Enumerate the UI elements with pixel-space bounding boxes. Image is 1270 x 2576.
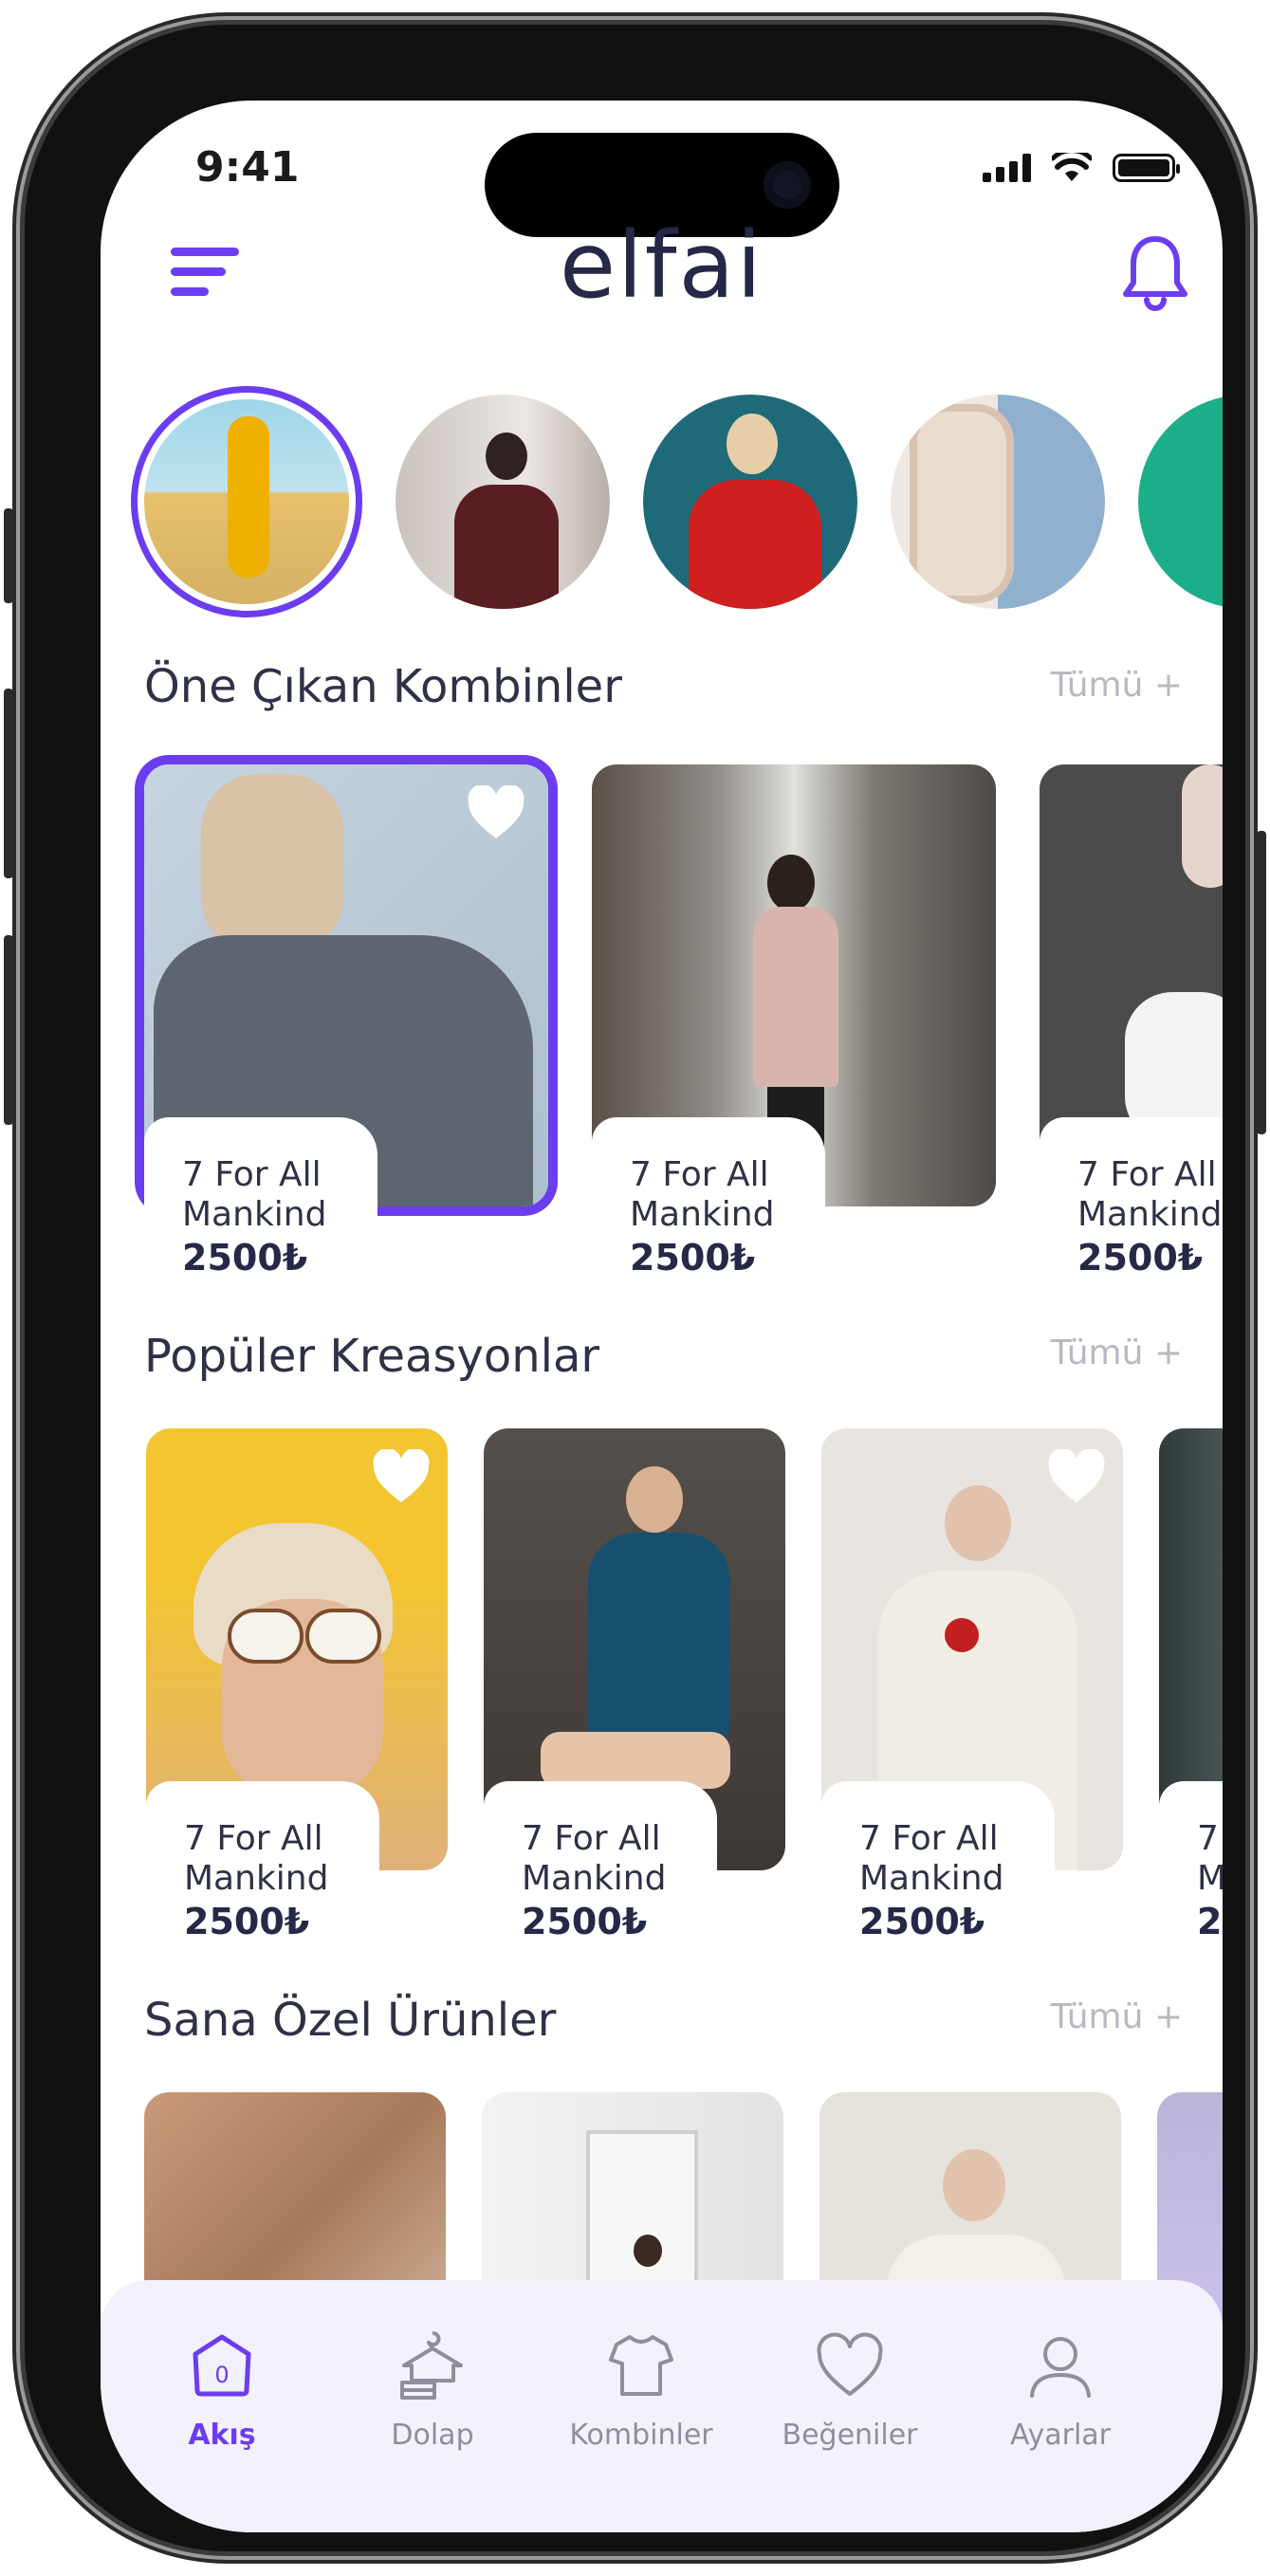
phone-frame: 9:41 elfai Öne Çıkan Kombinler Tümü + 7 … bbox=[4, 25, 1266, 2551]
status-time: 9:41 bbox=[195, 143, 300, 192]
popular-section-title: Popüler Kreasyonlar bbox=[144, 1330, 600, 1383]
tab-badge: 0 bbox=[214, 2362, 229, 2388]
silent-switch bbox=[4, 508, 13, 603]
product-name: 7 For All Mankind bbox=[1077, 1155, 1223, 1234]
heart-icon bbox=[817, 2332, 883, 2396]
featured-see-all-link[interactable]: Tümü + bbox=[1051, 666, 1183, 705]
bell-icon[interactable] bbox=[1120, 233, 1190, 313]
product-price: 2500₺ bbox=[1077, 1237, 1204, 1279]
battery-icon bbox=[1113, 154, 1180, 182]
app-logo: elfai bbox=[559, 212, 764, 319]
tab-label: Ayarlar bbox=[1009, 2419, 1111, 2452]
bottom-tab-bar: 0 Akış Dolap Kombinler Beğeniler Ayarlar bbox=[101, 2280, 1223, 2532]
product-name: 7 For All Mankind bbox=[859, 1819, 1004, 1898]
story-avatar[interactable] bbox=[643, 395, 857, 609]
story-avatar[interactable] bbox=[1138, 395, 1223, 609]
power-button bbox=[1257, 831, 1266, 1134]
featured-section-title: Öne Çıkan Kombinler bbox=[144, 660, 622, 713]
product-price: 2500₺ bbox=[184, 1901, 310, 1942]
product-price: 2500₺ bbox=[630, 1237, 756, 1279]
volume-down-button bbox=[4, 935, 13, 1125]
tab-label: Dolap bbox=[391, 2419, 474, 2452]
volume-up-button bbox=[4, 689, 13, 878]
user-icon bbox=[1030, 2337, 1091, 2398]
popular-see-all-link[interactable]: Tümü + bbox=[1051, 1334, 1183, 1372]
tab-ayarlar[interactable]: Ayarlar bbox=[956, 2328, 1165, 2452]
product-card[interactable]: 7 For All Mankind 2500₺ bbox=[592, 764, 996, 1279]
tab-begeniler[interactable]: Beğeniler bbox=[745, 2328, 954, 2452]
tab-dolap[interactable]: Dolap bbox=[328, 2328, 537, 2452]
product-card[interactable]: 7 For All Mankind 2500₺ bbox=[821, 1428, 1123, 1942]
tab-label: Beğeniler bbox=[782, 2419, 918, 2452]
product-price: 2500₺ bbox=[1197, 1901, 1223, 1942]
product-name: 7 For All Mankind bbox=[184, 1819, 329, 1898]
foryou-section-title: Sana Özel Ürünler bbox=[144, 1994, 557, 2047]
like-heart-icon[interactable] bbox=[1047, 1449, 1106, 1504]
tab-akis[interactable]: 0 Akış bbox=[118, 2328, 326, 2452]
story-avatar[interactable] bbox=[891, 395, 1105, 609]
product-card[interactable]: 7 For All Mankind 2500₺ bbox=[1159, 1428, 1223, 1942]
app-screen: 9:41 elfai Öne Çıkan Kombinler Tümü + 7 … bbox=[101, 101, 1223, 2532]
like-heart-icon[interactable] bbox=[372, 1449, 431, 1504]
story-avatar[interactable] bbox=[131, 386, 362, 617]
product-name: 7 For All Mankind bbox=[630, 1155, 775, 1234]
popular-card-list: 7 For All Mankind 2500₺ 7 For All Mankin… bbox=[146, 1428, 1223, 1942]
foryou-see-all-link[interactable]: Tümü + bbox=[1051, 1997, 1183, 2036]
like-heart-icon[interactable] bbox=[467, 785, 525, 840]
product-card[interactable]: 7 For All Mankind 2500₺ bbox=[1040, 764, 1223, 1279]
product-name: 7 For All Mankind bbox=[1197, 1819, 1223, 1898]
tab-label: Kombinler bbox=[569, 2419, 713, 2452]
product-name: 7 For All Mankind bbox=[522, 1819, 667, 1898]
signal-icon bbox=[983, 154, 1031, 182]
product-card[interactable]: 7 For All Mankind 2500₺ bbox=[146, 1428, 448, 1942]
product-card[interactable]: 7 For All Mankind 2500₺ bbox=[484, 1428, 785, 1942]
product-name: 7 For All Mankind bbox=[182, 1155, 327, 1234]
wardrobe-icon bbox=[400, 2331, 463, 2400]
wifi-icon bbox=[1052, 153, 1092, 181]
shirt-icon bbox=[609, 2335, 673, 2396]
product-card[interactable]: 7 For All Mankind 2500₺ bbox=[144, 764, 548, 1279]
story-avatar[interactable] bbox=[396, 395, 610, 609]
status-icons bbox=[983, 153, 1180, 183]
story-list bbox=[131, 386, 1223, 617]
home-icon: 0 bbox=[193, 2334, 251, 2397]
tab-label: Akış bbox=[188, 2419, 256, 2452]
product-price: 2500₺ bbox=[859, 1901, 985, 1942]
product-price: 2500₺ bbox=[182, 1237, 308, 1279]
tab-kombinler[interactable]: Kombinler bbox=[537, 2328, 745, 2452]
product-price: 2500₺ bbox=[522, 1901, 648, 1942]
featured-card-list: 7 For All Mankind 2500₺ 7 For All Mankin… bbox=[144, 764, 1223, 1279]
